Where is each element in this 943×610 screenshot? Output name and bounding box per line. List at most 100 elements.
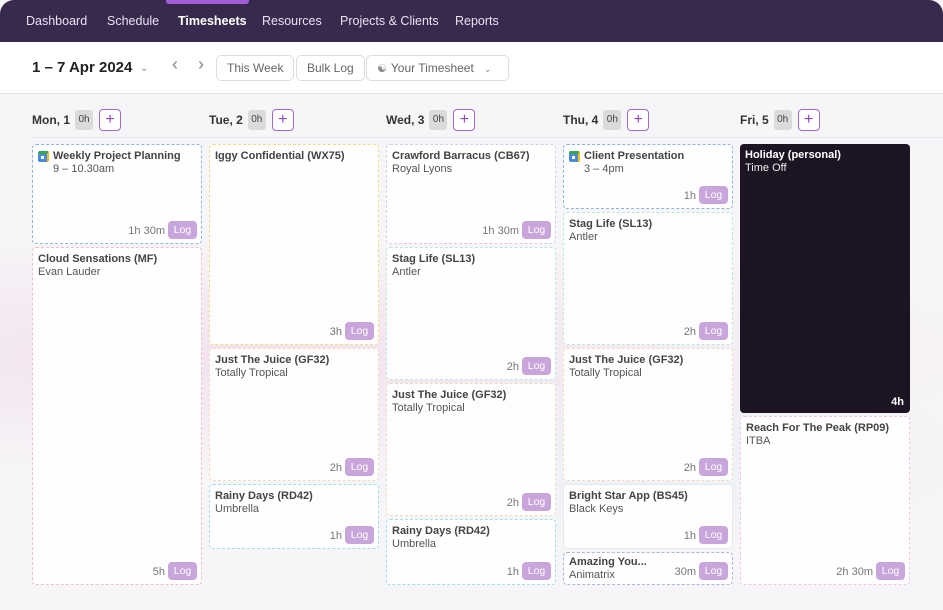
add-entry-button[interactable]: + — [99, 109, 121, 131]
entry-subtitle: Antler — [392, 266, 421, 278]
day-hours-badge: 0h — [773, 110, 792, 130]
timesheet-entry-card[interactable]: Rainy Days (RD42) Umbrella 1h Log — [386, 519, 556, 585]
entry-subtitle: Royal Lyons — [392, 163, 453, 175]
timesheet-select-label: Your Timesheet — [390, 61, 474, 75]
entry-duration: 2h 30m — [836, 566, 873, 578]
log-button[interactable]: Log — [345, 526, 374, 544]
day-hours-badge: 0h — [247, 110, 266, 130]
timesheet-entry-card[interactable]: Crawford Barracus (CB67) Royal Lyons 1h … — [386, 144, 556, 244]
entry-title: Cloud Sensations (MF) — [38, 253, 158, 265]
day-label: Fri, 5 — [740, 113, 769, 127]
timesheet-entry-card[interactable]: Just The Juice (GF32) Totally Tropical 2… — [209, 348, 379, 481]
entry-duration: 2h — [683, 326, 696, 338]
log-button[interactable]: Log — [522, 357, 551, 375]
entry-duration: 2h — [683, 462, 696, 474]
nav-dashboard[interactable]: Dashboard — [26, 14, 87, 28]
calendar-event-card[interactable]: Weekly Project Planning 9 – 10.30am 1h 3… — [32, 144, 202, 244]
timesheet-select[interactable]: ☯ Your Timesheet ⌄ — [366, 55, 509, 81]
day-label: Wed, 3 — [386, 113, 425, 127]
entry-duration: 1h — [683, 530, 696, 542]
timesheet-entry-card[interactable]: Stag Life (SL13) Antler 2h Log — [386, 247, 556, 380]
entry-duration: 1h — [329, 530, 342, 542]
log-button[interactable]: Log — [699, 458, 728, 476]
timesheet-entry-card[interactable]: Amazing You... Animatrix 30m Log — [563, 552, 733, 585]
calendar-event-card[interactable]: Client Presentation 3 – 4pm 1h Log — [563, 144, 733, 209]
log-button[interactable]: Log — [168, 221, 197, 239]
timesheet-entry-card[interactable]: Bright Star App (BS45) Black Keys 1h Log — [563, 484, 733, 549]
entry-subtitle: Totally Tropical — [215, 367, 288, 379]
top-navigation: Dashboard Schedule Timesheets Resources … — [0, 0, 943, 42]
chevron-left-icon[interactable]: ‹ — [172, 54, 178, 75]
calendar-icon — [569, 151, 580, 162]
entry-title: Just The Juice (GF32) — [392, 389, 507, 401]
log-button[interactable]: Log — [168, 562, 197, 580]
entry-subtitle: Umbrella — [215, 503, 260, 515]
bulk-log-button[interactable]: Bulk Log — [296, 55, 365, 81]
day-label: Tue, 2 — [209, 113, 243, 127]
log-button[interactable]: Log — [522, 493, 551, 511]
nav-resources[interactable]: Resources — [262, 14, 322, 28]
day-header-thu: Thu, 4 0h + — [563, 109, 650, 131]
timesheet-entry-card[interactable]: Reach For The Peak (RP09) ITBA 2h 30m Lo… — [740, 416, 910, 585]
day-header-mon: Mon, 1 0h + — [32, 109, 121, 131]
entry-title: Weekly Project Planning — [53, 150, 181, 162]
entry-duration: 1h — [506, 566, 519, 578]
log-button[interactable]: Log — [522, 221, 551, 239]
log-button[interactable]: Log — [699, 186, 728, 204]
log-button[interactable]: Log — [699, 322, 728, 340]
log-button[interactable]: Log — [876, 562, 905, 580]
timesheet-entry-card[interactable]: Just The Juice (GF32) Totally Tropical 2… — [386, 383, 556, 516]
nav-schedule[interactable]: Schedule — [107, 14, 159, 28]
add-entry-button[interactable]: + — [453, 109, 476, 131]
day-header-fri: Fri, 5 0h + — [740, 109, 820, 131]
day-hours-badge: 0h — [603, 110, 622, 130]
timesheet-entry-card[interactable]: Cloud Sensations (MF) Evan Lauder 5h Log — [32, 247, 202, 585]
entry-subtitle: Time Off — [745, 162, 787, 174]
active-tab-indicator — [166, 0, 249, 4]
entry-title: Holiday (personal) — [745, 149, 841, 161]
add-entry-button[interactable]: + — [627, 109, 650, 131]
log-button[interactable]: Log — [522, 562, 551, 580]
chevron-down-icon[interactable]: ⌄ — [140, 63, 148, 74]
time-off-card[interactable]: Holiday (personal) Time Off 4h — [740, 144, 910, 413]
day-label: Mon, 1 — [32, 113, 70, 127]
entry-subtitle: 3 – 4pm — [584, 163, 624, 175]
log-button[interactable]: Log — [345, 458, 374, 476]
chevron-down-icon: ⌄ — [483, 64, 492, 74]
log-button[interactable]: Log — [699, 562, 728, 580]
day-hours-badge: 0h — [429, 110, 448, 130]
nav-timesheets[interactable]: Timesheets — [178, 14, 247, 28]
nav-reports[interactable]: Reports — [455, 14, 499, 28]
timesheet-entry-card[interactable]: Iggy Confidential (WX75) 3h Log — [209, 144, 379, 345]
entry-title: Bright Star App (BS45) — [569, 490, 688, 502]
add-entry-button[interactable]: + — [797, 109, 820, 131]
entry-subtitle: Antler — [569, 231, 598, 243]
log-button[interactable]: Log — [345, 322, 374, 340]
entry-subtitle: Animatrix — [569, 569, 615, 581]
date-range-picker[interactable]: 1 – 7 Apr 2024 — [32, 59, 132, 76]
entry-subtitle: Totally Tropical — [392, 402, 465, 414]
this-week-button[interactable]: This Week — [216, 55, 295, 81]
entry-subtitle: 9 – 10.30am — [53, 163, 115, 175]
timesheet-entry-card[interactable]: Rainy Days (RD42) Umbrella 1h Log — [209, 484, 379, 549]
toolbar: 1 – 7 Apr 2024 ⌄ ‹ › This Week Bulk Log … — [0, 42, 943, 94]
entry-subtitle: Totally Tropical — [569, 367, 642, 379]
entry-duration: 2h — [506, 497, 519, 509]
timesheet-entry-card[interactable]: Stag Life (SL13) Antler 2h Log — [563, 212, 733, 345]
calendar-icon — [38, 151, 49, 162]
users-icon: ☯ — [377, 63, 387, 75]
day-header-tue: Tue, 2 0h + — [209, 109, 294, 131]
entry-duration: 2h — [329, 462, 342, 474]
add-entry-button[interactable]: + — [271, 109, 294, 131]
day-header-wed: Wed, 3 0h + — [386, 109, 476, 131]
day-label: Thu, 4 — [563, 113, 599, 127]
entry-duration: 1h 30m — [128, 225, 165, 237]
entry-title: Stag Life (SL13) — [392, 253, 476, 265]
timesheet-entry-card[interactable]: Just The Juice (GF32) Totally Tropical 2… — [563, 348, 733, 481]
nav-projects-clients[interactable]: Projects & Clients — [340, 14, 439, 28]
entry-duration: 2h — [506, 361, 519, 373]
entry-duration: 1h — [683, 190, 696, 202]
entry-title: Stag Life (SL13) — [569, 218, 653, 230]
chevron-right-icon[interactable]: › — [198, 54, 204, 75]
log-button[interactable]: Log — [699, 526, 728, 544]
